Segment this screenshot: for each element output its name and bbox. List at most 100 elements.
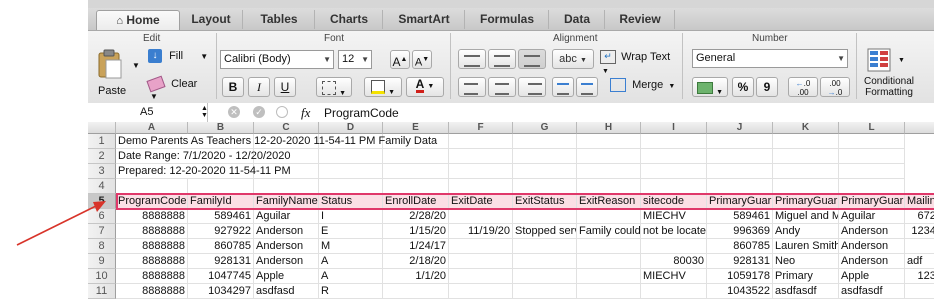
cell[interactable]: Anderson: [839, 239, 905, 254]
cell[interactable]: [383, 164, 449, 179]
cell[interactable]: 80030: [641, 254, 707, 269]
formula-input[interactable]: ProgramCode: [324, 106, 399, 120]
font-color-button[interactable]: A ▼: [406, 77, 444, 97]
cell[interactable]: EnrollDate: [383, 194, 449, 209]
cell[interactable]: 860785: [707, 239, 773, 254]
cell[interactable]: [839, 179, 905, 194]
cell[interactable]: 589461: [188, 209, 254, 224]
cell[interactable]: I: [319, 209, 383, 224]
clear-button[interactable]: Clear ▼: [146, 75, 210, 101]
cell[interactable]: [449, 284, 513, 299]
align-right-icon[interactable]: [518, 77, 546, 97]
decrease-indent-icon[interactable]: [552, 77, 574, 97]
align-left-icon[interactable]: [458, 77, 486, 97]
fill-color-button[interactable]: ▼: [364, 77, 402, 97]
cell[interactable]: [707, 179, 773, 194]
cell[interactable]: [449, 149, 513, 164]
cell[interactable]: [513, 179, 577, 194]
tab-review[interactable]: Review: [606, 10, 675, 29]
cell[interactable]: [319, 179, 383, 194]
column-header-b[interactable]: B: [188, 122, 254, 134]
cell[interactable]: [449, 179, 513, 194]
cell[interactable]: Miguel and M: [773, 209, 839, 224]
align-bottom-icon[interactable]: [518, 49, 546, 69]
column-header-c[interactable]: C: [254, 122, 319, 134]
tab-formulas[interactable]: Formulas: [466, 10, 549, 29]
cell[interactable]: 860785: [188, 239, 254, 254]
cell[interactable]: [641, 239, 707, 254]
function-icon[interactable]: [276, 106, 288, 118]
underline-button[interactable]: U: [274, 77, 296, 97]
merge-button[interactable]: Merge ▼: [610, 78, 676, 96]
cell[interactable]: Anderson: [839, 224, 905, 239]
cell[interactable]: asdfasd: [254, 284, 319, 299]
cell[interactable]: Anderson: [254, 254, 319, 269]
cell[interactable]: [773, 164, 839, 179]
cell[interactable]: Aguilar: [254, 209, 319, 224]
cell[interactable]: 928131: [188, 254, 254, 269]
font-name-select[interactable]: Calibri (Body) ▼: [220, 50, 334, 69]
cell[interactable]: PrimaryGuar: [839, 194, 905, 209]
cell[interactable]: asdfasdf: [773, 284, 839, 299]
cell[interactable]: [577, 149, 641, 164]
cell[interactable]: [383, 284, 449, 299]
italic-button[interactable]: I: [248, 77, 270, 97]
cell[interactable]: 1043522: [707, 284, 773, 299]
cell[interactable]: [513, 134, 577, 149]
cell[interactable]: [513, 269, 577, 284]
tab-smartart[interactable]: SmartArt: [384, 10, 465, 29]
cell[interactable]: 1/24/17: [383, 239, 449, 254]
cell[interactable]: 927922: [188, 224, 254, 239]
cell[interactable]: [254, 179, 319, 194]
cell[interactable]: [449, 254, 513, 269]
cell[interactable]: PrimaryGuar: [773, 194, 839, 209]
cell[interactable]: [905, 284, 934, 299]
cell[interactable]: [319, 164, 383, 179]
cell[interactable]: Andy: [773, 224, 839, 239]
increase-indent-icon[interactable]: [576, 77, 598, 97]
cell[interactable]: ExitDate: [449, 194, 513, 209]
cell[interactable]: PrimaryGuar: [707, 194, 773, 209]
cell[interactable]: [513, 164, 577, 179]
cell[interactable]: Apple: [254, 269, 319, 284]
cell[interactable]: 928131: [707, 254, 773, 269]
borders-button[interactable]: ▼: [316, 77, 352, 97]
cell[interactable]: [449, 239, 513, 254]
cell[interactable]: 996369: [707, 224, 773, 239]
cell[interactable]: [577, 209, 641, 224]
cell[interactable]: [449, 164, 513, 179]
cell[interactable]: [641, 284, 707, 299]
cell[interactable]: 1059178: [707, 269, 773, 284]
cell[interactable]: [513, 284, 577, 299]
cell[interactable]: 589461: [707, 209, 773, 224]
cell[interactable]: [707, 164, 773, 179]
cell[interactable]: FamilyName: [254, 194, 319, 209]
increase-font-icon[interactable]: A▲: [390, 50, 410, 69]
cell[interactable]: [577, 269, 641, 284]
currency-format-button[interactable]: ▼: [692, 77, 728, 97]
confirm-icon[interactable]: ✓: [253, 106, 265, 118]
cell[interactable]: [773, 134, 839, 149]
column-header-j[interactable]: J: [707, 122, 773, 134]
cell[interactable]: M: [319, 239, 383, 254]
cell[interactable]: [513, 254, 577, 269]
cell[interactable]: FamilyId: [188, 194, 254, 209]
column-header-l[interactable]: L: [839, 122, 905, 134]
cell[interactable]: 2/28/20: [383, 209, 449, 224]
number-format-select[interactable]: General ▼: [692, 49, 848, 68]
cell[interactable]: [319, 149, 383, 164]
cell[interactable]: A: [319, 254, 383, 269]
cell[interactable]: Anderson: [254, 239, 319, 254]
cell[interactable]: 1/15/20: [383, 224, 449, 239]
column-header-e[interactable]: E: [383, 122, 449, 134]
cell[interactable]: Aguilar: [839, 209, 905, 224]
cell[interactable]: [577, 254, 641, 269]
align-top-icon[interactable]: [458, 49, 486, 69]
cell[interactable]: [641, 164, 707, 179]
tab-tables[interactable]: Tables: [244, 10, 315, 29]
cell[interactable]: [773, 149, 839, 164]
cell[interactable]: [513, 149, 577, 164]
cell[interactable]: asdfasdf: [839, 284, 905, 299]
cell[interactable]: [839, 149, 905, 164]
cell[interactable]: [577, 134, 641, 149]
